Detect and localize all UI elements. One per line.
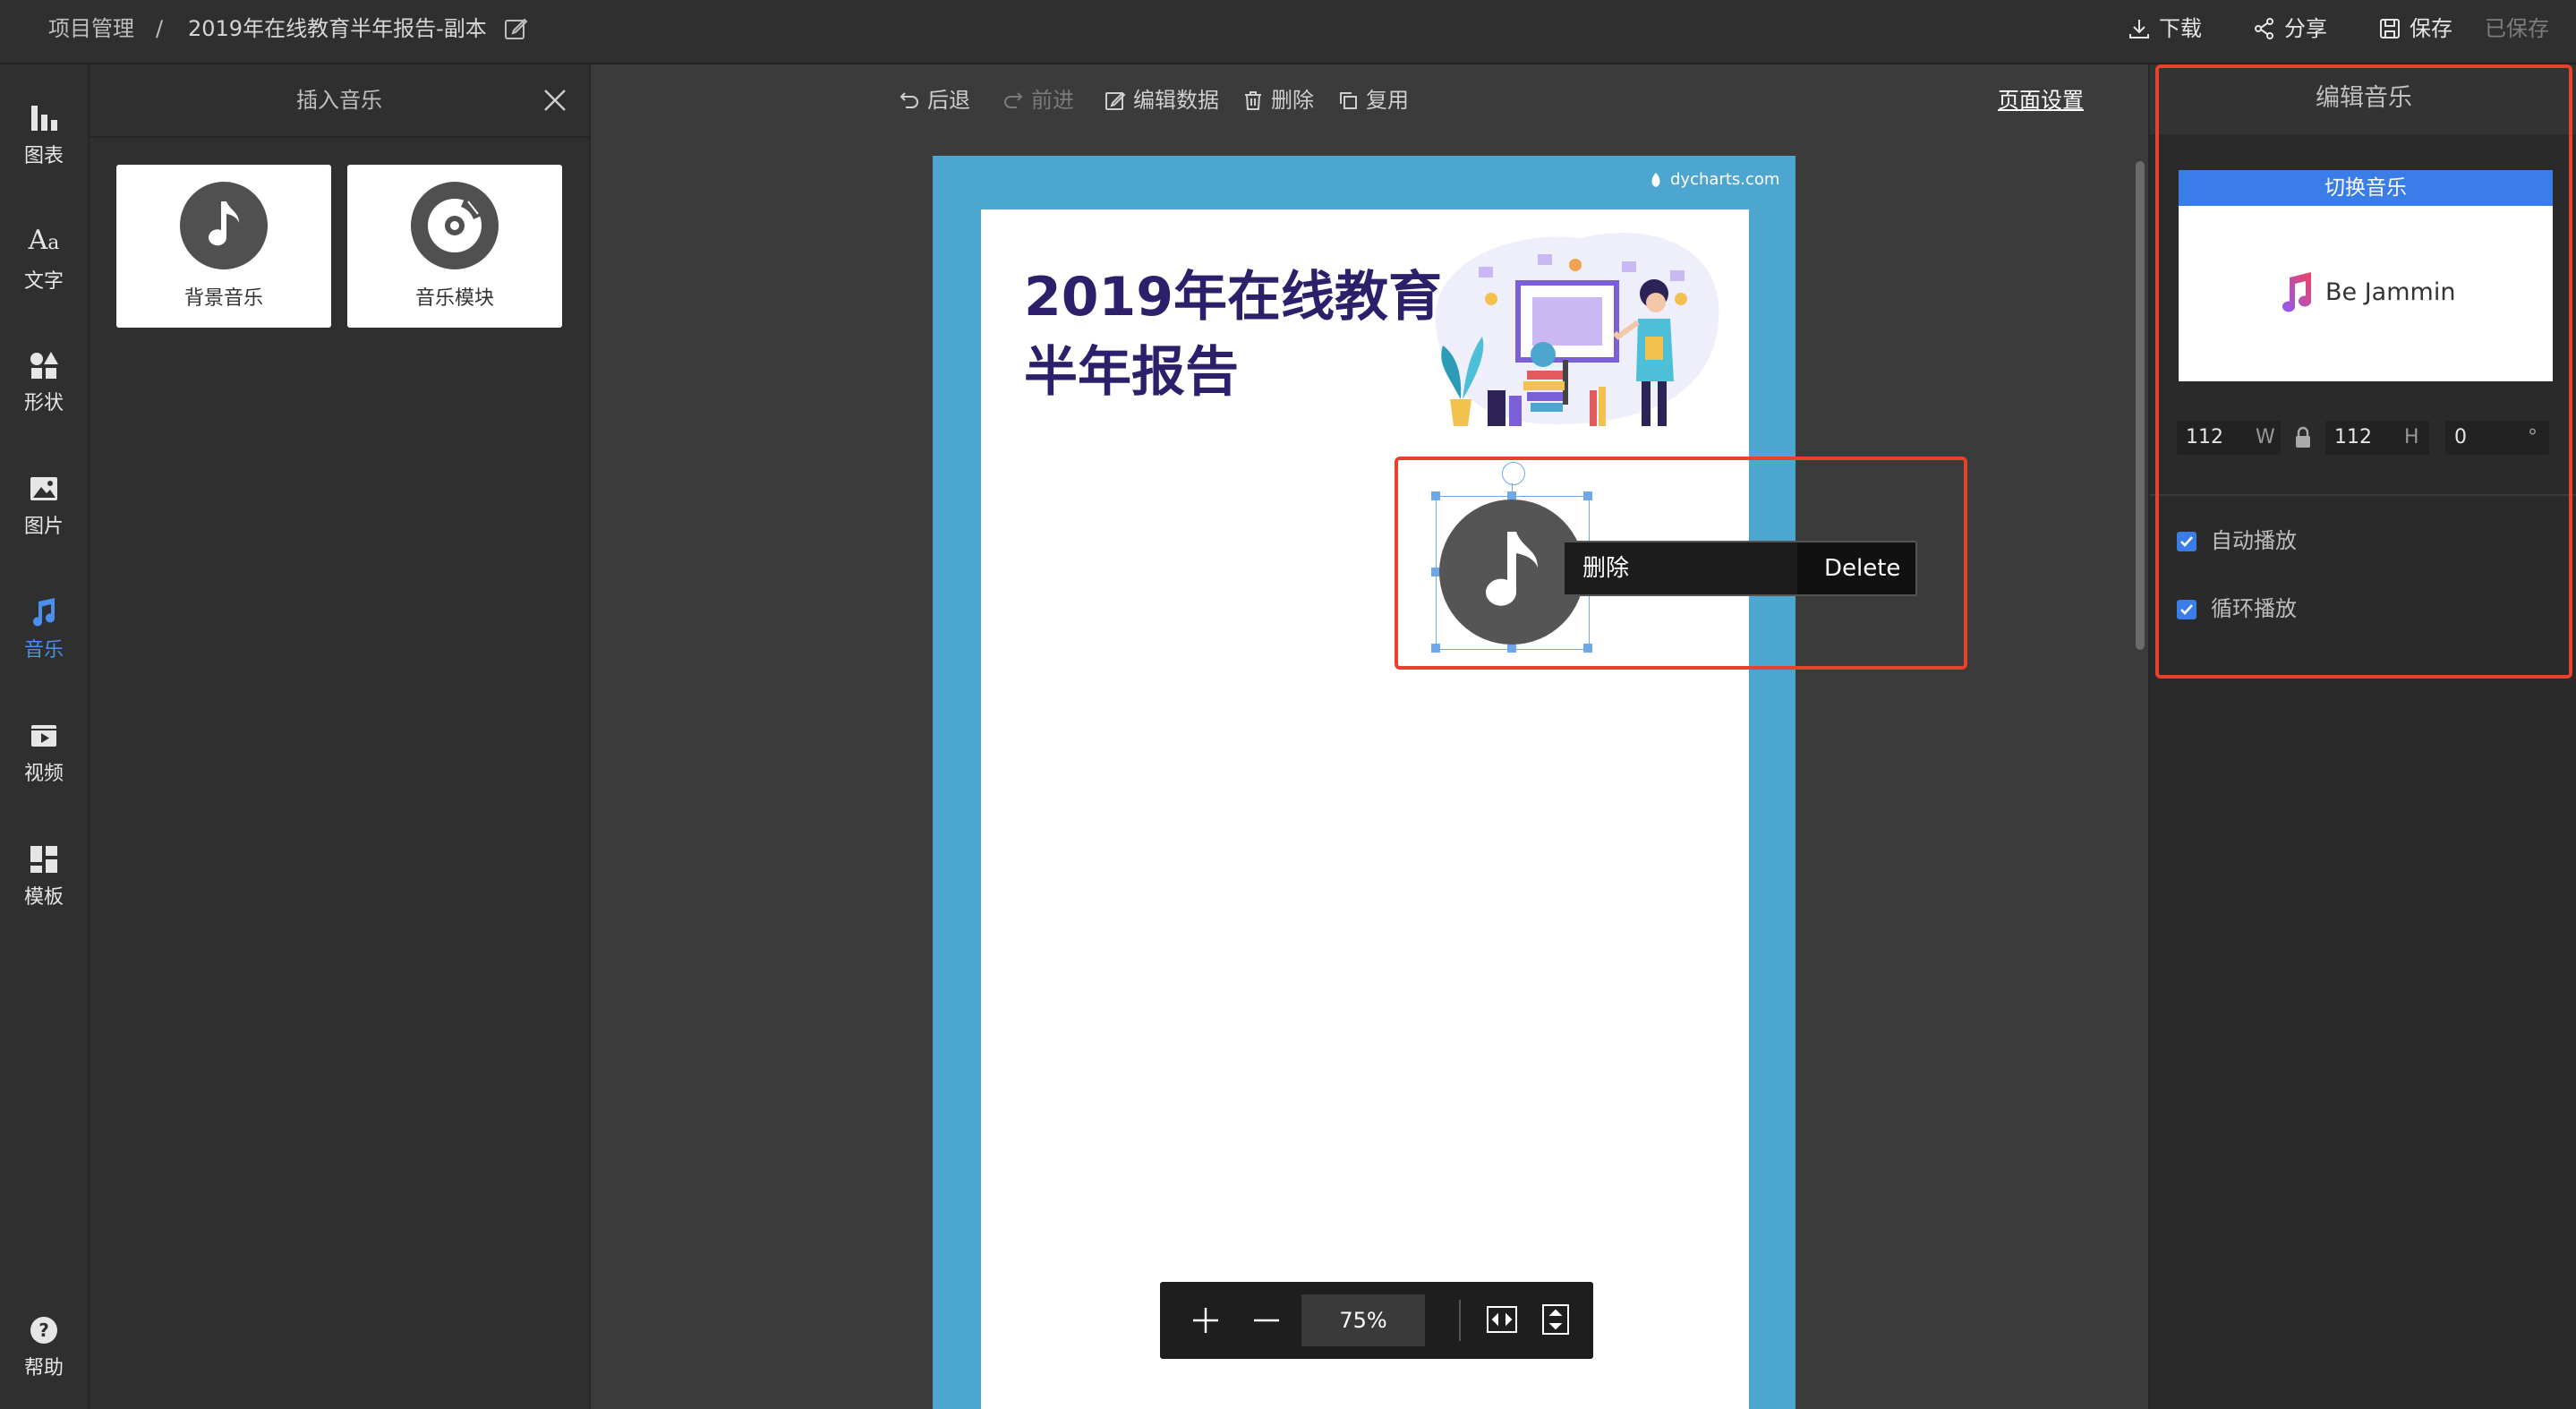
rail-item-template[interactable]: 模板 <box>0 827 88 926</box>
card-label: 背景音乐 <box>183 287 263 310</box>
canvas-scrollbar[interactable] <box>2136 161 2145 650</box>
rail-item-shape[interactable]: 形状 <box>0 333 88 431</box>
bar-chart-icon <box>31 106 57 131</box>
copy-icon <box>1340 92 1357 109</box>
rail-label: 模板 <box>23 886 64 909</box>
zoom-bar: 75% <box>1160 1282 1593 1359</box>
save-button[interactable]: 保存 <box>2377 13 2452 45</box>
delete-label: 删除 <box>1271 88 1314 113</box>
download-icon <box>2129 20 2149 38</box>
rail-item-help[interactable]: ? 帮助 <box>0 1298 88 1396</box>
document-title: 2019年在线教育半年报告-副本 <box>188 16 487 41</box>
background-music-card[interactable]: 背景音乐 <box>116 165 331 328</box>
rail-label: 视频 <box>23 763 64 785</box>
text-icon: Aa <box>28 224 60 256</box>
rail-label: 文字 <box>23 269 64 293</box>
rail-label: 图片 <box>23 516 64 538</box>
panel-header: 插入音乐 <box>90 64 589 138</box>
insert-music-panel: 插入音乐 背景音乐 音乐模块 <box>90 64 591 1409</box>
share-button[interactable]: 分享 <box>2252 13 2327 45</box>
duplicate-button[interactable]: 复用 <box>1337 82 1409 118</box>
rail-item-image[interactable]: 图片 <box>0 457 88 555</box>
breadcrumb-separator: / <box>156 16 164 41</box>
delete-button[interactable]: 删除 <box>1242 82 1314 118</box>
card-label: 音乐模块 <box>414 287 494 310</box>
logo-icon <box>1651 172 1660 187</box>
redo-icon <box>1004 92 1023 108</box>
rail-item-chart[interactable]: 图表 <box>0 86 88 184</box>
rail-item-text[interactable]: Aa 文字 <box>0 209 88 308</box>
page-title-line2: 半年报告 <box>1024 341 1239 404</box>
rail-item-music[interactable]: 音乐 <box>0 580 88 679</box>
rail-item-video[interactable]: 视频 <box>0 704 88 802</box>
rail-label: 音乐 <box>23 639 64 662</box>
undo-icon <box>900 92 918 108</box>
edit-icon <box>1105 91 1126 110</box>
rail-label: 形状 <box>23 392 64 414</box>
highlight-box-canvas <box>1395 457 1967 670</box>
close-icon[interactable] <box>542 88 567 116</box>
highlight-box-panel <box>2155 64 2572 679</box>
zoom-in-icon[interactable] <box>1190 1305 1221 1339</box>
redo-label: 前进 <box>1031 88 1074 113</box>
shapes-icon <box>30 352 58 379</box>
left-rail: 图表 Aa 文字 形状 图片 音乐 视频 模板 ? 帮助 <box>0 64 90 1409</box>
save-label: 保存 <box>2410 16 2452 41</box>
edit-title-icon[interactable] <box>503 16 528 45</box>
watermark: dycharts.com <box>1647 170 1779 189</box>
breadcrumb-root[interactable]: 项目管理 <box>48 13 134 45</box>
fit-height-icon[interactable] <box>1540 1303 1572 1339</box>
zoom-out-icon[interactable] <box>1251 1305 1282 1339</box>
music-module-card[interactable]: 音乐模块 <box>347 165 562 328</box>
duplicate-label: 复用 <box>1366 88 1409 113</box>
page-title[interactable]: 2019年在线教育 半年报告 <box>1024 260 1442 410</box>
zoom-field[interactable]: 75% <box>1301 1294 1425 1346</box>
download-button[interactable]: 下载 <box>2127 13 2202 45</box>
trash-icon <box>1245 91 1261 110</box>
template-icon <box>30 846 57 873</box>
share-icon <box>2255 18 2273 39</box>
rail-label: 帮助 <box>23 1357 64 1379</box>
music-note-icon <box>180 182 268 269</box>
page-settings-link[interactable]: 页面设置 <box>1998 82 2084 118</box>
page-title-line1: 2019年在线教育 <box>1024 266 1442 329</box>
image-icon <box>30 477 57 500</box>
save-icon <box>2380 19 2400 38</box>
panel-title: 插入音乐 <box>296 88 382 113</box>
download-label: 下载 <box>2159 16 2202 41</box>
rail-label: 图表 <box>23 145 64 167</box>
top-bar: 项目管理 / 2019年在线教育半年报告-副本 下载 分享 保存 已保存 <box>0 0 2576 64</box>
redo-button[interactable]: 前进 <box>1002 82 1074 118</box>
music-icon <box>33 598 55 627</box>
video-icon <box>31 725 56 747</box>
share-label: 分享 <box>2284 16 2327 41</box>
fit-width-icon[interactable] <box>1486 1303 1518 1339</box>
help-icon: ? <box>30 1317 57 1344</box>
zoom-divider <box>1459 1300 1461 1341</box>
saved-status: 已保存 <box>2485 16 2549 41</box>
zoom-value: 75% <box>1339 1308 1387 1333</box>
edit-data-label: 编辑数据 <box>1133 88 1219 113</box>
edit-data-button[interactable]: 编辑数据 <box>1105 82 1219 118</box>
svg-text:?: ? <box>38 1319 49 1341</box>
undo-button[interactable]: 后退 <box>899 82 970 118</box>
watermark-text: dycharts.com <box>1670 170 1780 189</box>
music-disc-icon <box>411 182 499 269</box>
undo-label: 后退 <box>927 88 970 113</box>
